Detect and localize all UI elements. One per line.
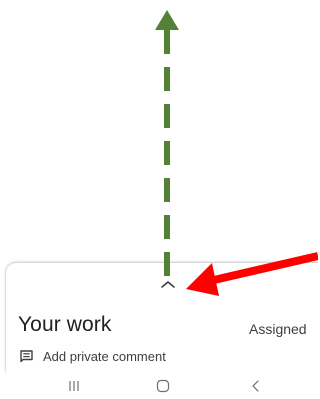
add-private-comment-button[interactable]: Add private comment bbox=[20, 348, 166, 364]
add-private-comment-label: Add private comment bbox=[43, 348, 166, 364]
your-work-bottom-sheet[interactable]: Your work Assigned Add private comment bbox=[6, 263, 318, 373]
status-label: Assigned bbox=[249, 321, 307, 337]
dashed-arrow-head bbox=[155, 10, 179, 30]
chevron-up-icon[interactable] bbox=[158, 277, 178, 291]
dashed-up-arrow bbox=[155, 10, 179, 285]
sheet-title: Your work bbox=[18, 313, 112, 336]
home-icon[interactable] bbox=[153, 379, 173, 393]
back-icon[interactable] bbox=[246, 379, 266, 393]
system-nav-bar bbox=[0, 373, 318, 399]
recents-icon[interactable] bbox=[64, 379, 84, 393]
screen: Your work Assigned Add private comment bbox=[0, 0, 318, 399]
comment-icon bbox=[20, 349, 34, 363]
